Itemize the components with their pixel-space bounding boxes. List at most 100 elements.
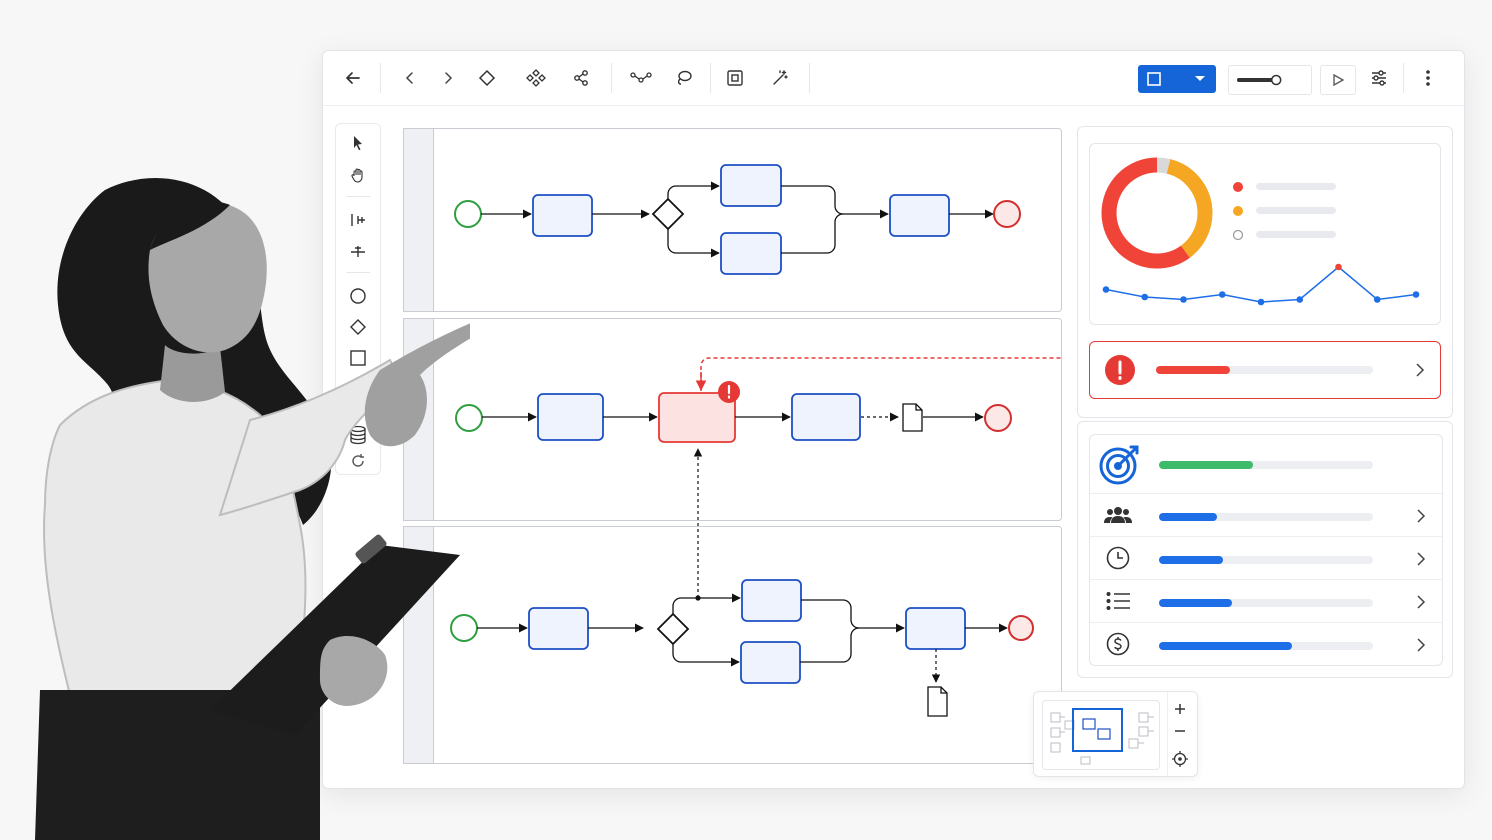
legend-dot-orange [1233, 206, 1243, 216]
sparkline-point[interactable] [1335, 263, 1342, 271]
undo-button[interactable] [396, 64, 424, 92]
arrow-left-icon [346, 72, 360, 84]
lasso-tool-button[interactable] [670, 64, 698, 92]
task[interactable] [528, 607, 589, 650]
metrics-card [1089, 434, 1443, 666]
metric-chevron[interactable] [1413, 637, 1429, 653]
metric-progress-fill [1159, 599, 1232, 607]
more-options-button[interactable] [1414, 64, 1442, 92]
recenter-button[interactable] [1168, 748, 1192, 770]
sparkline-point[interactable] [1102, 286, 1110, 293]
metric-progress-fill [1159, 642, 1292, 650]
toolbar-divider [809, 63, 810, 93]
nodes-cluster-icon [526, 69, 546, 87]
goal-row[interactable] [1090, 435, 1442, 493]
metric-row-cost[interactable] [1090, 622, 1442, 665]
zoom-slider-track [1237, 74, 1282, 86]
zoom-in-button[interactable] [1168, 698, 1192, 720]
alert-card[interactable] [1089, 341, 1441, 399]
metric-progress-track [1159, 513, 1373, 521]
zoom-out-button[interactable] [1168, 720, 1192, 742]
metric-row-team[interactable] [1090, 493, 1442, 537]
donut-chart[interactable] [1098, 154, 1216, 272]
minimap-viewport-area[interactable] [1042, 700, 1160, 770]
metric-progress-track [1159, 599, 1373, 607]
metric-row-tasks[interactable] [1090, 579, 1442, 623]
toolbar-divider [1403, 63, 1404, 93]
sparkline-point[interactable] [1180, 296, 1187, 303]
metric-chevron[interactable] [1413, 508, 1429, 524]
task[interactable] [537, 393, 604, 441]
toolbar-divider [611, 63, 612, 93]
sparkline-chart[interactable] [1100, 256, 1430, 318]
task[interactable] [720, 164, 782, 207]
end-event[interactable] [993, 200, 1021, 228]
task[interactable] [720, 232, 782, 275]
chevron-right-icon [1417, 595, 1426, 609]
sparkline-point[interactable] [1257, 298, 1265, 306]
settings-button[interactable] [1365, 64, 1393, 92]
chevron-right-icon [1416, 363, 1425, 377]
goal-progress-fill [1159, 461, 1254, 469]
zoom-slider[interactable] [1228, 65, 1312, 95]
diagram-canvas[interactable] [403, 128, 1063, 768]
metric-chevron[interactable] [1413, 551, 1429, 567]
task[interactable] [532, 194, 593, 237]
error-badge[interactable] [718, 381, 740, 403]
summary-card [1089, 143, 1441, 325]
metric-progress-fill [1159, 513, 1217, 521]
legend-label-placeholder [1256, 183, 1336, 190]
data-object[interactable] [902, 403, 923, 432]
data-object[interactable] [927, 686, 948, 717]
metric-progress-track [1159, 556, 1373, 564]
end-event[interactable] [1008, 615, 1034, 641]
mode-dropdown[interactable] [1138, 65, 1216, 93]
chevron-right-icon [1417, 638, 1426, 652]
end-event[interactable] [984, 404, 1012, 432]
connector-tool-button[interactable] [627, 64, 655, 92]
flow-junction [695, 595, 701, 601]
bpmn-diagram [403, 128, 1063, 764]
kebab-icon [1426, 70, 1430, 86]
sparkline-point[interactable] [1141, 293, 1149, 301]
back-button[interactable] [339, 64, 367, 92]
task[interactable] [905, 607, 966, 650]
toolbar-divider [380, 63, 381, 93]
redo-button[interactable] [434, 64, 462, 92]
presenter-photo [35, 177, 470, 840]
zoom-slider-knob[interactable] [1270, 74, 1282, 86]
alert-chevron[interactable] [1412, 362, 1428, 378]
sparkline-point[interactable] [1412, 291, 1420, 298]
task[interactable] [741, 579, 802, 622]
target-crosshair-icon [1172, 751, 1188, 767]
chevron-left-icon [405, 72, 413, 84]
diamond-icon [478, 69, 496, 87]
task[interactable] [791, 393, 861, 441]
legend-label-placeholder [1256, 231, 1336, 238]
users-icon [1104, 507, 1132, 523]
sparkline-point[interactable] [1296, 296, 1304, 303]
swimlane-1[interactable] [403, 128, 1062, 312]
task[interactable] [889, 194, 950, 237]
minimap [1033, 691, 1198, 777]
cluster-tool-button[interactable] [522, 64, 550, 92]
magic-wand-icon [773, 70, 788, 85]
fit-view-button[interactable] [721, 64, 749, 92]
metric-chevron[interactable] [1413, 594, 1429, 610]
run-button[interactable] [1320, 65, 1356, 95]
task[interactable] [740, 641, 801, 684]
chevron-right-icon [1417, 509, 1426, 523]
gateway-tool-button[interactable] [473, 64, 501, 92]
dollar-icon [1106, 632, 1130, 656]
share-tool-button[interactable] [567, 64, 595, 92]
play-icon [1333, 73, 1345, 87]
pointer-tool[interactable] [345, 130, 371, 156]
sparkline-point[interactable] [1373, 296, 1381, 303]
goal-progress-track [1159, 461, 1373, 469]
metric-row-time[interactable] [1090, 536, 1442, 580]
metrics-panel [1077, 421, 1453, 678]
auto-layout-button[interactable] [766, 64, 794, 92]
sparkline-point[interactable] [1218, 291, 1226, 298]
chevron-right-icon [445, 72, 453, 84]
plus-icon [1175, 704, 1185, 714]
